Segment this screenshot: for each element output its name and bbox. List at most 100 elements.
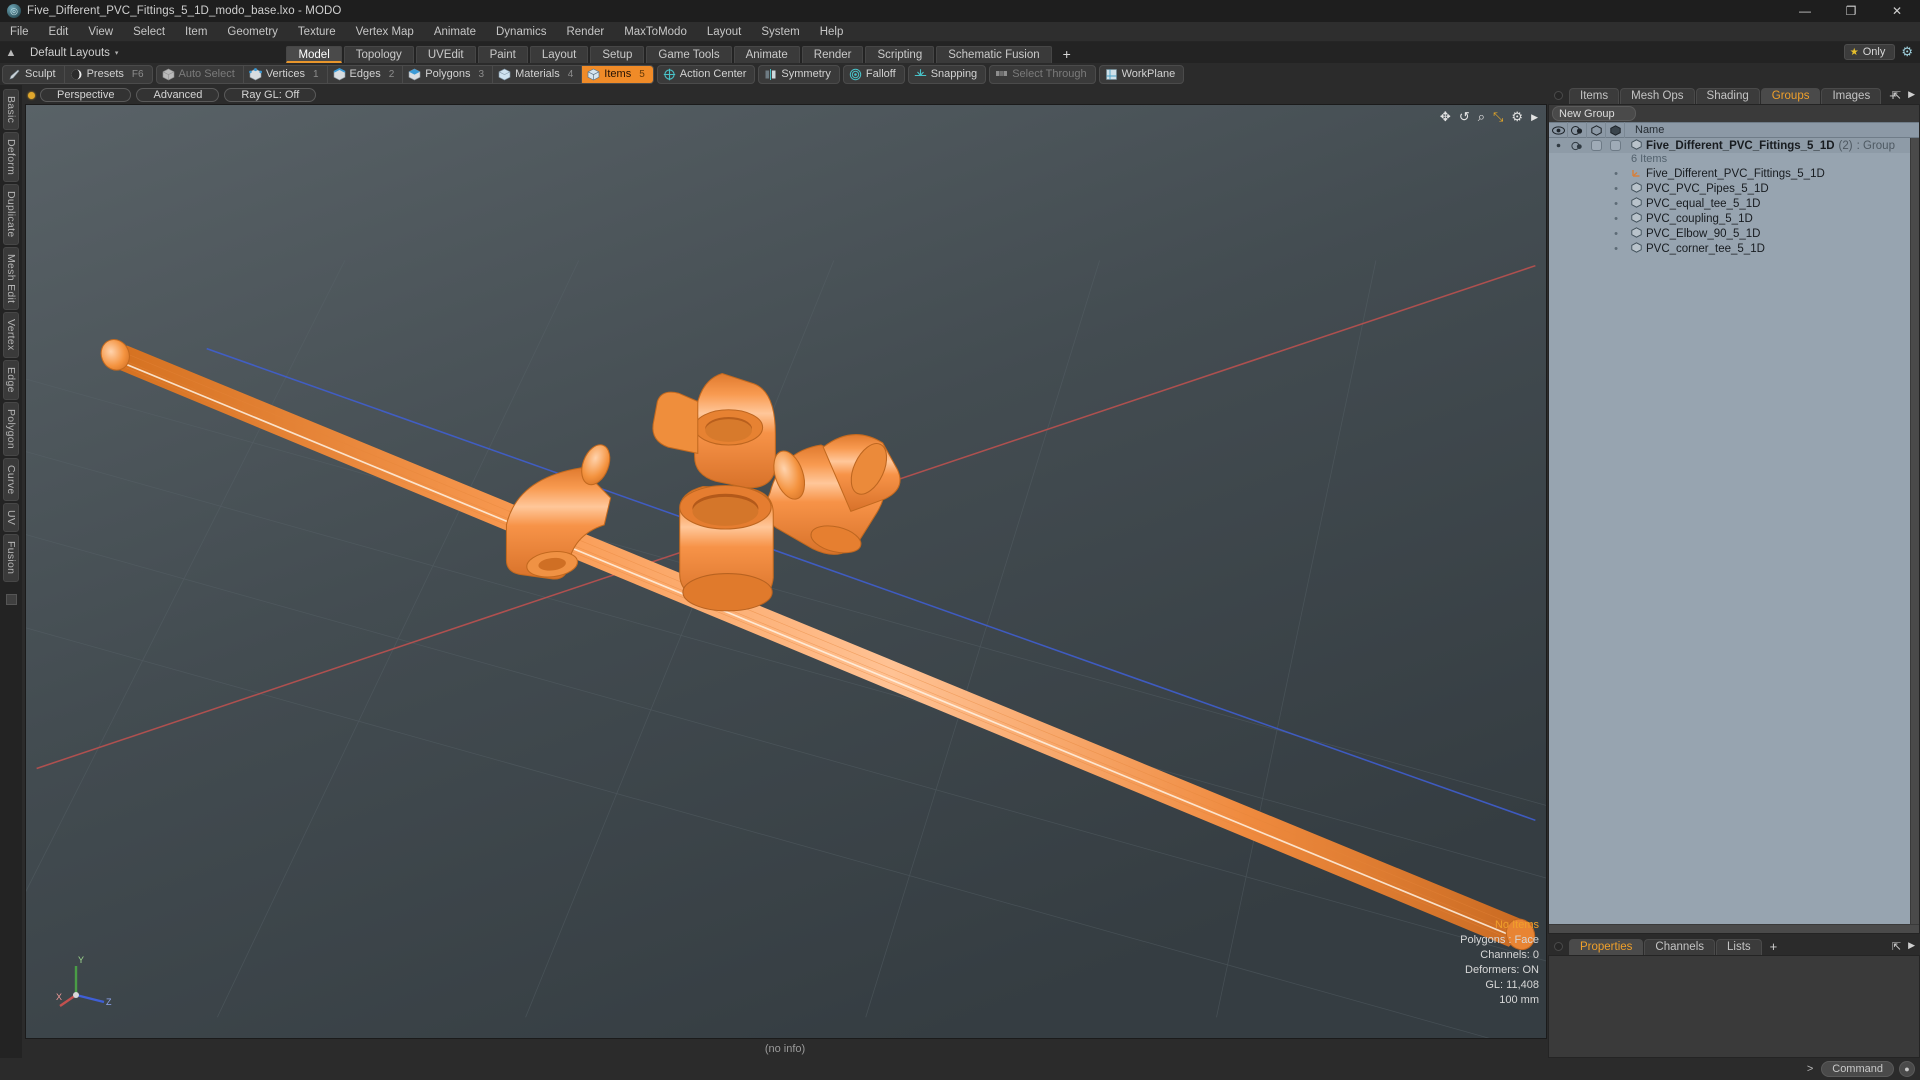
sculpt-button[interactable]: Sculpt <box>3 65 65 84</box>
tree-item-row-0[interactable]: Five_Different_PVC_Fittings_5_1D <box>1625 167 1825 181</box>
snapping-button[interactable]: Snapping <box>909 65 986 84</box>
menu-maxtomodo[interactable]: MaxToModo <box>614 22 697 42</box>
layout-selector[interactable]: Default Layouts ▾ <box>22 47 126 59</box>
tab-paint[interactable]: Paint <box>478 46 528 63</box>
tree-item-row-3[interactable]: PVC_coupling_5_1D <box>1625 212 1753 226</box>
sidebar-item-edge[interactable]: Edge <box>3 360 19 400</box>
tab-groups[interactable]: Groups <box>1761 88 1821 104</box>
menu-animate[interactable]: Animate <box>424 22 486 42</box>
only-toggle-button[interactable]: ★ Only <box>1844 44 1896 60</box>
group-wire-toggle[interactable] <box>1587 140 1606 151</box>
tree-group-row[interactable]: Five_Different_PVC_Fittings_5_1D (2) : G… <box>1549 138 1919 153</box>
group-name-cell[interactable]: Five_Different_PVC_Fittings_5_1D (2) : G… <box>1625 139 1895 153</box>
axis-gizmo[interactable]: Y Z X <box>56 950 126 1010</box>
new-group-button[interactable]: New Group <box>1552 106 1636 121</box>
viewport-shading-dropdown[interactable]: Advanced <box>136 88 219 102</box>
tree-item-row-5[interactable]: PVC_corner_tee_5_1D <box>1625 242 1765 256</box>
expand-icon[interactable]: ⇱ <box>1892 940 1901 953</box>
tab-properties[interactable]: Properties <box>1569 939 1643 955</box>
run-command-icon[interactable]: ● <box>1899 1061 1915 1077</box>
menu-file[interactable]: File <box>0 22 39 42</box>
gear-icon[interactable]: ⚙ <box>1511 109 1523 125</box>
menu-item[interactable]: Item <box>175 22 217 42</box>
sidebar-item-fusion[interactable]: Fusion <box>3 534 19 581</box>
viewport-raygl-dropdown[interactable]: Ray GL: Off <box>224 88 316 102</box>
tab-scripting[interactable]: Scripting <box>865 46 934 63</box>
menu-help[interactable]: Help <box>810 22 854 42</box>
tree-horizontal-scrollbar[interactable] <box>1549 924 1919 933</box>
tab-topology[interactable]: Topology <box>344 46 414 63</box>
sidebar-item-uv[interactable]: UV <box>3 503 19 532</box>
tree-item-row-2[interactable]: PVC_equal_tee_5_1D <box>1625 197 1760 211</box>
tab-lists[interactable]: Lists <box>1716 939 1762 955</box>
symmetry-button[interactable]: Symmetry <box>759 65 839 84</box>
items-button[interactable]: Items 5 <box>582 65 652 84</box>
fit-icon[interactable]: ⤡ <box>1493 109 1503 125</box>
chevron-right-icon[interactable]: ▶ <box>1908 89 1915 102</box>
menu-view[interactable]: View <box>78 22 123 42</box>
chevron-right-icon[interactable]: ▶ <box>1531 112 1538 123</box>
tree-item-row-4[interactable]: PVC_Elbow_90_5_1D <box>1625 227 1760 241</box>
select-through-button[interactable]: Select Through <box>990 65 1094 84</box>
menu-texture[interactable]: Texture <box>288 22 346 42</box>
groups-tree-body[interactable]: Five_Different_PVC_Fittings_5_1D (2) : G… <box>1549 138 1919 924</box>
tab-model[interactable]: Model <box>286 46 341 63</box>
sidebar-item-basic[interactable]: Basic <box>3 89 19 130</box>
falloff-button[interactable]: Falloff <box>844 65 904 84</box>
vertices-button[interactable]: Vertices 1 <box>244 65 328 84</box>
pan-icon[interactable]: ✥ <box>1440 109 1451 125</box>
chevron-right-icon[interactable]: ▶ <box>1908 940 1915 953</box>
list-item[interactable]: • Five_Different_PVC_Fittings_5_1D <box>1549 166 1919 181</box>
menu-vertex-map[interactable]: Vertex Map <box>346 22 424 42</box>
tab-channels[interactable]: Channels <box>1644 939 1715 955</box>
sidebar-item-duplicate[interactable]: Duplicate <box>3 184 19 244</box>
add-tab-button[interactable]: + <box>1054 46 1080 63</box>
rotate-icon[interactable]: ↺ <box>1459 109 1470 125</box>
list-item[interactable]: • PVC_corner_tee_5_1D <box>1549 241 1919 256</box>
tab-setup[interactable]: Setup <box>590 46 644 63</box>
properties-menu-icon[interactable] <box>1554 942 1563 951</box>
tab-mesh-ops[interactable]: Mesh Ops <box>1620 88 1694 104</box>
properties-body[interactable] <box>1548 955 1920 1058</box>
menu-geometry[interactable]: Geometry <box>217 22 288 42</box>
gear-icon[interactable]: ⚙ <box>1901 44 1916 60</box>
sidebar-item-deform[interactable]: Deform <box>3 132 19 182</box>
tab-render[interactable]: Render <box>802 46 864 63</box>
tab-items[interactable]: Items <box>1569 88 1619 104</box>
sidebar-collapse-handle[interactable] <box>6 594 17 605</box>
group-render-toggle[interactable] <box>1568 141 1587 151</box>
action-center-button[interactable]: Action Center <box>658 65 755 84</box>
sidebar-item-mesh-edit[interactable]: Mesh Edit <box>3 247 19 310</box>
menu-render[interactable]: Render <box>556 22 614 42</box>
command-input[interactable]: Command <box>1821 1061 1894 1077</box>
tab-images[interactable]: Images <box>1821 88 1881 104</box>
tree-item-row-1[interactable]: PVC_PVC_Pipes_5_1D <box>1625 182 1769 196</box>
expand-icon[interactable]: ⇱ <box>1892 89 1901 102</box>
sidebar-item-vertex[interactable]: Vertex <box>3 312 19 358</box>
list-item[interactable]: • PVC_equal_tee_5_1D <box>1549 196 1919 211</box>
add-properties-tab-button[interactable]: + <box>1763 939 1785 955</box>
tree-vertical-scrollbar[interactable] <box>1910 138 1919 924</box>
polygons-button[interactable]: Polygons 3 <box>403 65 493 84</box>
menu-select[interactable]: Select <box>123 22 175 42</box>
close-button[interactable]: ✕ <box>1874 0 1920 22</box>
tab-uvedit[interactable]: UVEdit <box>416 46 476 63</box>
menu-system[interactable]: System <box>751 22 809 42</box>
maximize-button[interactable]: ❐ <box>1828 0 1874 22</box>
menu-layout[interactable]: Layout <box>697 22 752 42</box>
tab-shading[interactable]: Shading <box>1696 88 1760 104</box>
presets-button[interactable]: Presets F6 <box>65 65 152 84</box>
group-shade-toggle[interactable] <box>1606 140 1625 151</box>
home-icon[interactable]: ▲ <box>0 47 22 59</box>
materials-button[interactable]: Materials 4 <box>493 65 582 84</box>
panel-menu-icon[interactable] <box>1554 91 1563 100</box>
viewport-3d[interactable]: ✥ ↺ ⌕ ⤡ ⚙ ▶ <box>25 104 1547 1039</box>
list-item[interactable]: • PVC_PVC_Pipes_5_1D <box>1549 181 1919 196</box>
edges-button[interactable]: Edges 2 <box>328 65 404 84</box>
sidebar-item-curve[interactable]: Curve <box>3 458 19 502</box>
viewport-projection-dropdown[interactable]: Perspective <box>40 88 131 102</box>
sidebar-item-polygon[interactable]: Polygon <box>3 402 19 456</box>
tab-game-tools[interactable]: Game Tools <box>646 46 731 63</box>
workplane-button[interactable]: WorkPlane <box>1100 65 1184 84</box>
group-visible-toggle[interactable] <box>1549 141 1568 150</box>
